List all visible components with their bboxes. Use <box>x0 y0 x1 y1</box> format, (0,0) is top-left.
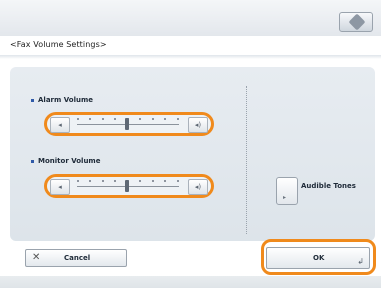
alarm-volume-slider[interactable]: ◂ ◂) <box>44 112 214 136</box>
audible-tones-button[interactable]: ▸ Audible Tones <box>276 177 366 205</box>
return-icon: ↲ <box>357 257 364 266</box>
audible-tones-label: Audible Tones <box>301 182 356 190</box>
diamond-icon <box>348 13 366 31</box>
top-bar <box>0 0 381 36</box>
top-right-button[interactable] <box>339 12 373 32</box>
ok-button[interactable]: OK ↲ <box>266 247 370 269</box>
speaker-high-icon[interactable]: ◂) <box>188 179 208 195</box>
arrow-right-icon: ▸ <box>283 194 287 201</box>
monitor-volume-slider[interactable]: ◂ ◂) <box>44 174 214 198</box>
close-icon: ✕ <box>32 252 41 263</box>
bullet-icon <box>31 159 34 163</box>
slider-thumb[interactable] <box>125 180 129 192</box>
footer-strip <box>0 276 381 288</box>
ok-label: OK <box>313 254 325 262</box>
speaker-low-icon[interactable]: ◂ <box>50 179 70 195</box>
speaker-high-icon[interactable]: ◂) <box>188 117 208 133</box>
settings-panel <box>10 67 375 241</box>
panel-divider <box>246 86 247 234</box>
page-title: <Fax Volume Settings> <box>10 40 107 49</box>
bullet-icon <box>31 98 34 102</box>
alarm-volume-label: Alarm Volume <box>31 96 93 104</box>
title-separator <box>0 55 381 59</box>
monitor-volume-label: Monitor Volume <box>31 157 100 165</box>
cancel-button[interactable]: ✕ Cancel <box>25 249 127 267</box>
cancel-label: Cancel <box>64 254 91 262</box>
audible-tones-box[interactable]: ▸ <box>276 177 298 205</box>
slider-thumb[interactable] <box>125 118 129 130</box>
speaker-low-icon[interactable]: ◂ <box>50 117 70 133</box>
